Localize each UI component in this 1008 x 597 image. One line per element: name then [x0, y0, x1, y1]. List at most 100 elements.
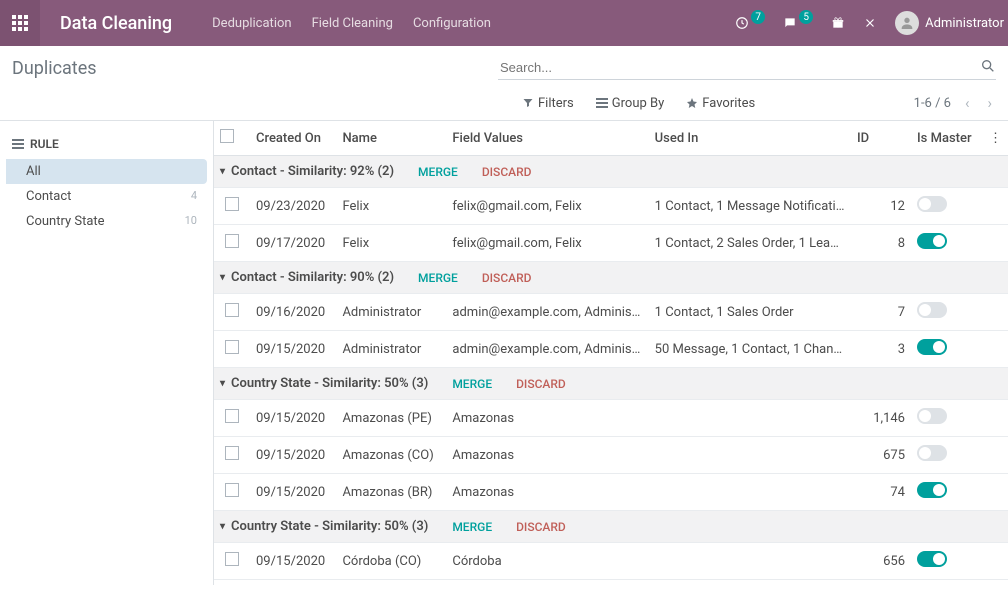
chevron-down-icon: ▾	[220, 521, 225, 532]
chevron-down-icon: ▾	[220, 378, 225, 389]
cell-field-values: admin@example.com, Administ…	[446, 331, 648, 368]
favorites-button[interactable]: Favorites	[686, 96, 755, 111]
col-master[interactable]: Is Master	[911, 121, 983, 156]
col-name[interactable]: Name	[336, 121, 446, 156]
merge-button[interactable]: MERGE	[418, 165, 458, 179]
cell-id: 12	[851, 188, 911, 225]
group-header[interactable]: ▾ Contact - Similarity: 92% (2) MERGE DI…	[214, 156, 1008, 188]
clock-notif[interactable]: 7	[735, 16, 765, 30]
breadcrumb: Duplicates	[12, 58, 97, 79]
col-select	[214, 121, 250, 156]
merge-button[interactable]: MERGE	[452, 377, 492, 391]
cell-name: Córdoba (AR)	[336, 580, 446, 586]
star-icon	[686, 97, 698, 109]
row-checkbox[interactable]	[225, 197, 239, 211]
cell-created: 09/15/2020	[250, 331, 336, 368]
chevron-down-icon: ▾	[220, 166, 225, 177]
sidebar-item-contact[interactable]: Contact4	[0, 184, 213, 209]
nav-right: 7 5 Administrator	[735, 11, 1008, 35]
gift-icon	[831, 16, 845, 30]
group-header[interactable]: ▾ Country State - Similarity: 50% (3) ME…	[214, 511, 1008, 543]
table-row[interactable]: 09/15/2020 Amazonas (PE) Amazonas 1,146	[214, 400, 1008, 437]
row-checkbox[interactable]	[225, 340, 239, 354]
cell-created: 09/15/2020	[250, 543, 336, 580]
merge-button[interactable]: MERGE	[418, 271, 458, 285]
row-checkbox[interactable]	[225, 234, 239, 248]
chevron-down-icon: ▾	[220, 272, 225, 283]
master-toggle[interactable]	[917, 233, 947, 249]
cell-used-in	[649, 580, 851, 586]
row-checkbox[interactable]	[225, 552, 239, 566]
cell-created: 09/15/2020	[250, 474, 336, 511]
nav-deduplication[interactable]: Deduplication	[212, 16, 291, 31]
master-toggle[interactable]	[917, 482, 947, 498]
master-toggle[interactable]	[917, 408, 947, 424]
chat-badge: 5	[799, 10, 813, 24]
select-all-checkbox[interactable]	[220, 129, 234, 143]
cell-created: 09/15/2020	[250, 580, 336, 586]
master-toggle[interactable]	[917, 196, 947, 212]
chat-notif[interactable]: 5	[783, 16, 813, 30]
table-row[interactable]: 09/15/2020 Córdoba (AR) Córdoba 558	[214, 580, 1008, 586]
discard-button[interactable]: DISCARD	[482, 271, 532, 285]
cell-field-values: Amazonas	[446, 400, 648, 437]
col-used-in[interactable]: Used In	[649, 121, 851, 156]
group-header[interactable]: ▾ Contact - Similarity: 90% (2) MERGE DI…	[214, 262, 1008, 294]
master-toggle[interactable]	[917, 339, 947, 355]
pager-next[interactable]: ›	[983, 94, 996, 112]
master-toggle[interactable]	[917, 445, 947, 461]
table-row[interactable]: 09/15/2020 Córdoba (CO) Córdoba 656	[214, 543, 1008, 580]
tools-button[interactable]	[863, 16, 877, 30]
master-toggle[interactable]	[917, 302, 947, 318]
gift-button[interactable]	[831, 16, 845, 30]
row-checkbox[interactable]	[225, 409, 239, 423]
navbar: Data Cleaning Deduplication Field Cleani…	[0, 0, 1008, 46]
row-checkbox[interactable]	[225, 483, 239, 497]
row-checkbox[interactable]	[225, 303, 239, 317]
cell-used-in: 50 Message, 1 Contact, 1 Chan…	[649, 331, 851, 368]
nav-field-cleaning[interactable]: Field Cleaning	[312, 16, 393, 31]
apps-button[interactable]	[0, 0, 40, 46]
cell-field-values: felix@gmail.com, Felix	[446, 225, 648, 262]
group-header[interactable]: ▾ Country State - Similarity: 50% (3) ME…	[214, 368, 1008, 400]
cell-field-values: Amazonas	[446, 474, 648, 511]
groupby-button[interactable]: Group By	[596, 96, 665, 111]
table-row[interactable]: 09/15/2020 Amazonas (CO) Amazonas 675	[214, 437, 1008, 474]
sidebar-item-country-state[interactable]: Country State10	[0, 209, 213, 234]
table-row[interactable]: 09/15/2020 Administrator admin@example.c…	[214, 331, 1008, 368]
table-row[interactable]: 09/16/2020 Administrator admin@example.c…	[214, 294, 1008, 331]
col-field-values[interactable]: Field Values	[446, 121, 648, 156]
sidebar-item-all[interactable]: All	[6, 159, 207, 184]
col-options[interactable]: ⋮	[983, 121, 1008, 156]
user-menu[interactable]: Administrator	[895, 11, 1004, 35]
col-created[interactable]: Created On	[250, 121, 336, 156]
nav-configuration[interactable]: Configuration	[413, 16, 491, 31]
search-input[interactable]	[498, 56, 996, 80]
pager-prev[interactable]: ‹	[961, 94, 974, 112]
cell-field-values: felix@gmail.com, Felix	[446, 188, 648, 225]
merge-button[interactable]: MERGE	[452, 520, 492, 534]
discard-button[interactable]: DISCARD	[482, 165, 532, 179]
cell-name: Administrator	[336, 331, 446, 368]
table-row[interactable]: 09/23/2020 Felix felix@gmail.com, Felix …	[214, 188, 1008, 225]
cell-name: Amazonas (CO)	[336, 437, 446, 474]
pager: 1-6 / 6 ‹ ›	[914, 94, 996, 112]
records-table: Created On Name Field Values Used In ID …	[214, 121, 1008, 585]
row-checkbox[interactable]	[225, 446, 239, 460]
cell-used-in	[649, 437, 851, 474]
master-toggle[interactable]	[917, 551, 947, 567]
cell-used-in	[649, 400, 851, 437]
grid-icon	[12, 15, 28, 31]
discard-button[interactable]: DISCARD	[516, 520, 566, 534]
cell-used-in: 1 Contact, 1 Message Notificati…	[649, 188, 851, 225]
col-id[interactable]: ID	[851, 121, 911, 156]
table-row[interactable]: 09/15/2020 Amazonas (BR) Amazonas 74	[214, 474, 1008, 511]
filters-button[interactable]: Filters	[522, 96, 574, 111]
app-title: Data Cleaning	[40, 13, 192, 34]
cell-name: Amazonas (PE)	[336, 400, 446, 437]
chat-icon	[783, 16, 797, 30]
table-row[interactable]: 09/17/2020 Felix felix@gmail.com, Felix …	[214, 225, 1008, 262]
discard-button[interactable]: DISCARD	[516, 377, 566, 391]
cell-created: 09/15/2020	[250, 400, 336, 437]
search-icon[interactable]	[980, 58, 996, 78]
